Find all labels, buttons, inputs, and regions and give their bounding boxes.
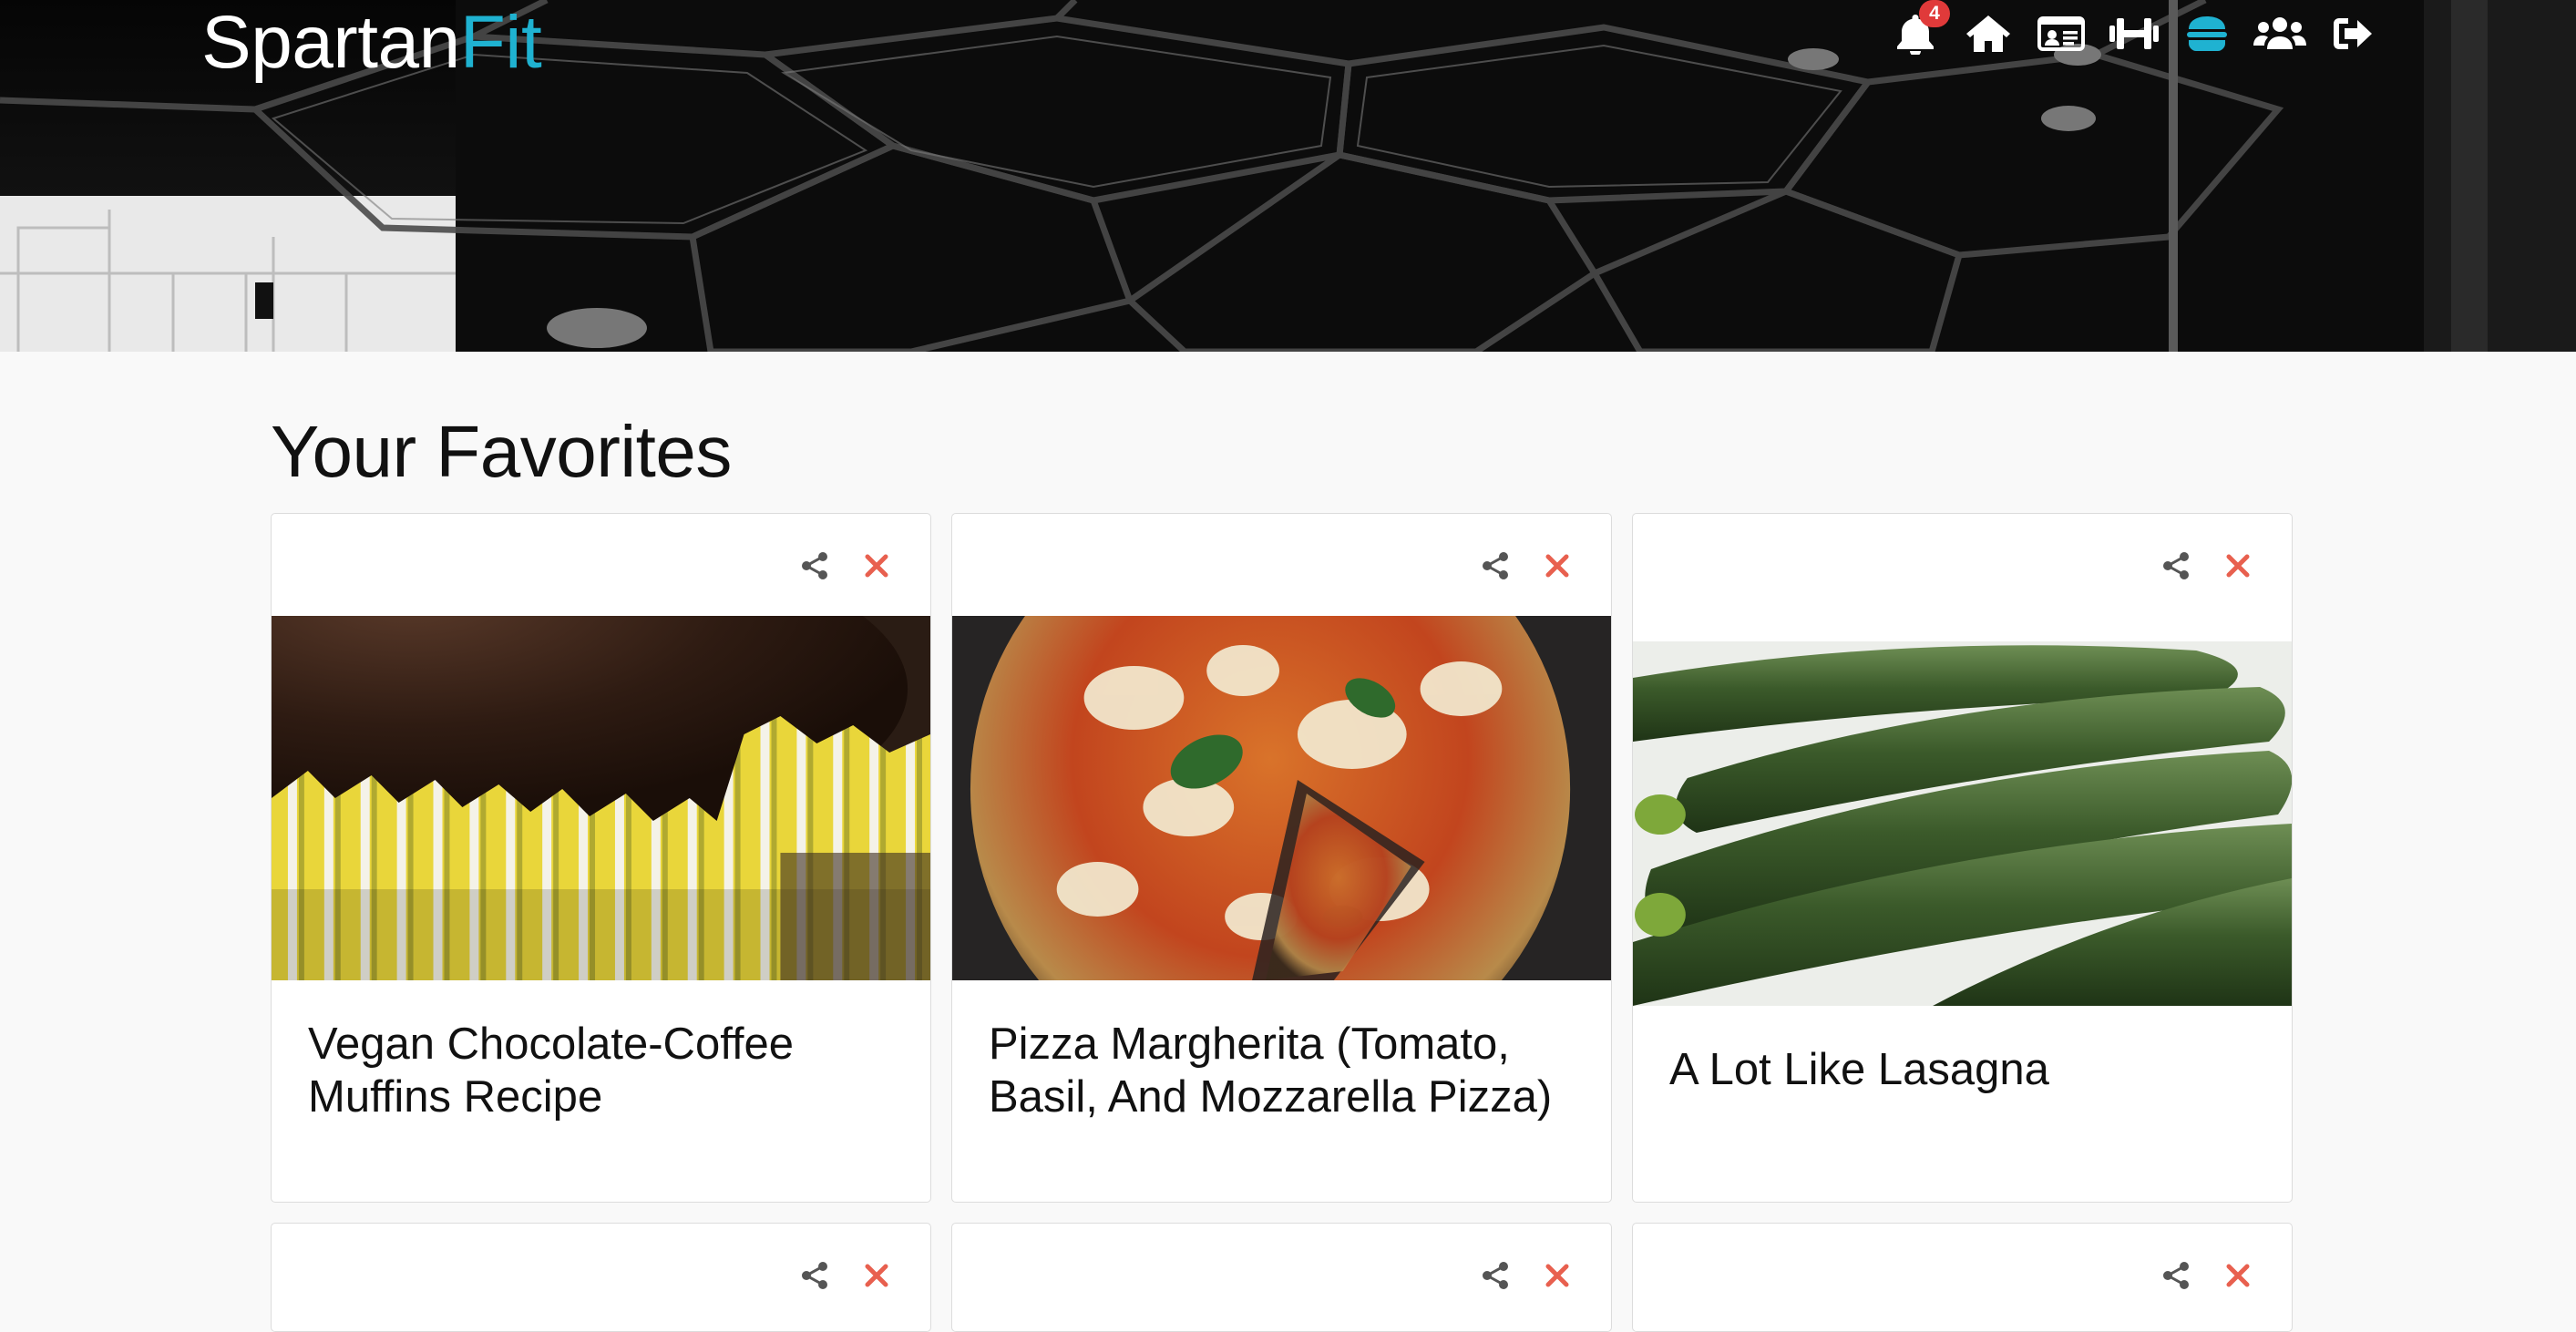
share-button[interactable] <box>797 1260 832 1295</box>
share-button[interactable] <box>1478 1260 1513 1295</box>
burger-icon <box>2186 15 2228 53</box>
close-icon <box>865 554 888 582</box>
app-logo[interactable]: SpartanFit <box>201 5 542 80</box>
close-icon <box>2226 554 2250 582</box>
share-icon <box>801 551 828 585</box>
nav-profile[interactable] <box>2025 0 2098 67</box>
zucchini-photo <box>1633 641 2292 1006</box>
chocolate-muffins-photo <box>272 616 930 980</box>
card-actions <box>2159 550 2255 585</box>
remove-favorite-button[interactable] <box>1540 550 1575 585</box>
card-actions <box>2159 1260 2255 1295</box>
recipe-card[interactable]: Vegan Chocolate-Coffee Muffins Recipe <box>271 513 931 1203</box>
card-actions <box>1478 550 1575 585</box>
remove-favorite-button[interactable] <box>1540 1260 1575 1295</box>
share-button[interactable] <box>797 550 832 585</box>
share-icon <box>1482 551 1509 585</box>
nav-logout[interactable] <box>2316 0 2389 67</box>
remove-favorite-button[interactable] <box>859 550 894 585</box>
nav-home[interactable] <box>1952 0 2025 67</box>
recipe-card[interactable] <box>271 1223 931 1332</box>
notification-badge: 4 <box>1919 0 1950 27</box>
share-icon <box>2162 1261 2190 1295</box>
remove-favorite-button[interactable] <box>859 1260 894 1295</box>
favorites-section: Your Favorites Vegan Chocolate-Coffee Mu… <box>271 352 2294 1332</box>
share-button[interactable] <box>1478 550 1513 585</box>
card-actions <box>1478 1260 1575 1295</box>
top-nav: 4 <box>1879 0 2389 67</box>
id-card-icon <box>2037 15 2085 53</box>
remove-favorite-button[interactable] <box>2221 550 2255 585</box>
users-icon <box>2253 15 2307 53</box>
share-icon <box>1482 1261 1509 1295</box>
close-icon <box>1545 554 1569 582</box>
recipe-card[interactable]: A Lot Like Lasagna <box>1632 513 2293 1203</box>
share-button[interactable] <box>2159 1260 2193 1295</box>
nav-community[interactable] <box>2243 0 2316 67</box>
favorites-grid: Vegan Chocolate-Coffee Muffins Recipe Pi… <box>271 513 2293 1332</box>
logo-spartan: Spartan <box>201 1 460 84</box>
page-title: Your Favorites <box>271 411 732 492</box>
pizza-margherita-photo <box>952 616 1611 980</box>
header-banner: SpartanFit 4 <box>0 0 2576 352</box>
recipe-card[interactable] <box>951 1223 1612 1332</box>
recipe-title[interactable]: Vegan Chocolate-Coffee Muffins Recipe <box>308 1018 894 1123</box>
nav-notifications[interactable]: 4 <box>1879 0 1952 67</box>
close-icon <box>865 1264 888 1292</box>
nav-workouts[interactable] <box>2098 0 2171 67</box>
sign-out-icon <box>2332 15 2374 53</box>
recipe-card[interactable] <box>1632 1223 2293 1332</box>
recipe-title[interactable]: Pizza Margherita (Tomato, Basil, And Moz… <box>989 1018 1575 1123</box>
share-icon <box>2162 551 2190 585</box>
card-actions <box>797 550 894 585</box>
nav-recipes[interactable] <box>2171 0 2243 67</box>
dumbbell-icon <box>2108 15 2160 53</box>
remove-favorite-button[interactable] <box>2221 1260 2255 1295</box>
recipe-title[interactable]: A Lot Like Lasagna <box>1669 1043 2255 1096</box>
logo-fit: Fit <box>459 1 542 84</box>
card-actions <box>797 1260 894 1295</box>
share-button[interactable] <box>2159 550 2193 585</box>
recipe-card[interactable]: Pizza Margherita (Tomato, Basil, And Moz… <box>951 513 1612 1203</box>
close-icon <box>1545 1264 1569 1292</box>
home-icon <box>1965 14 2012 54</box>
share-icon <box>801 1261 828 1295</box>
close-icon <box>2226 1264 2250 1292</box>
